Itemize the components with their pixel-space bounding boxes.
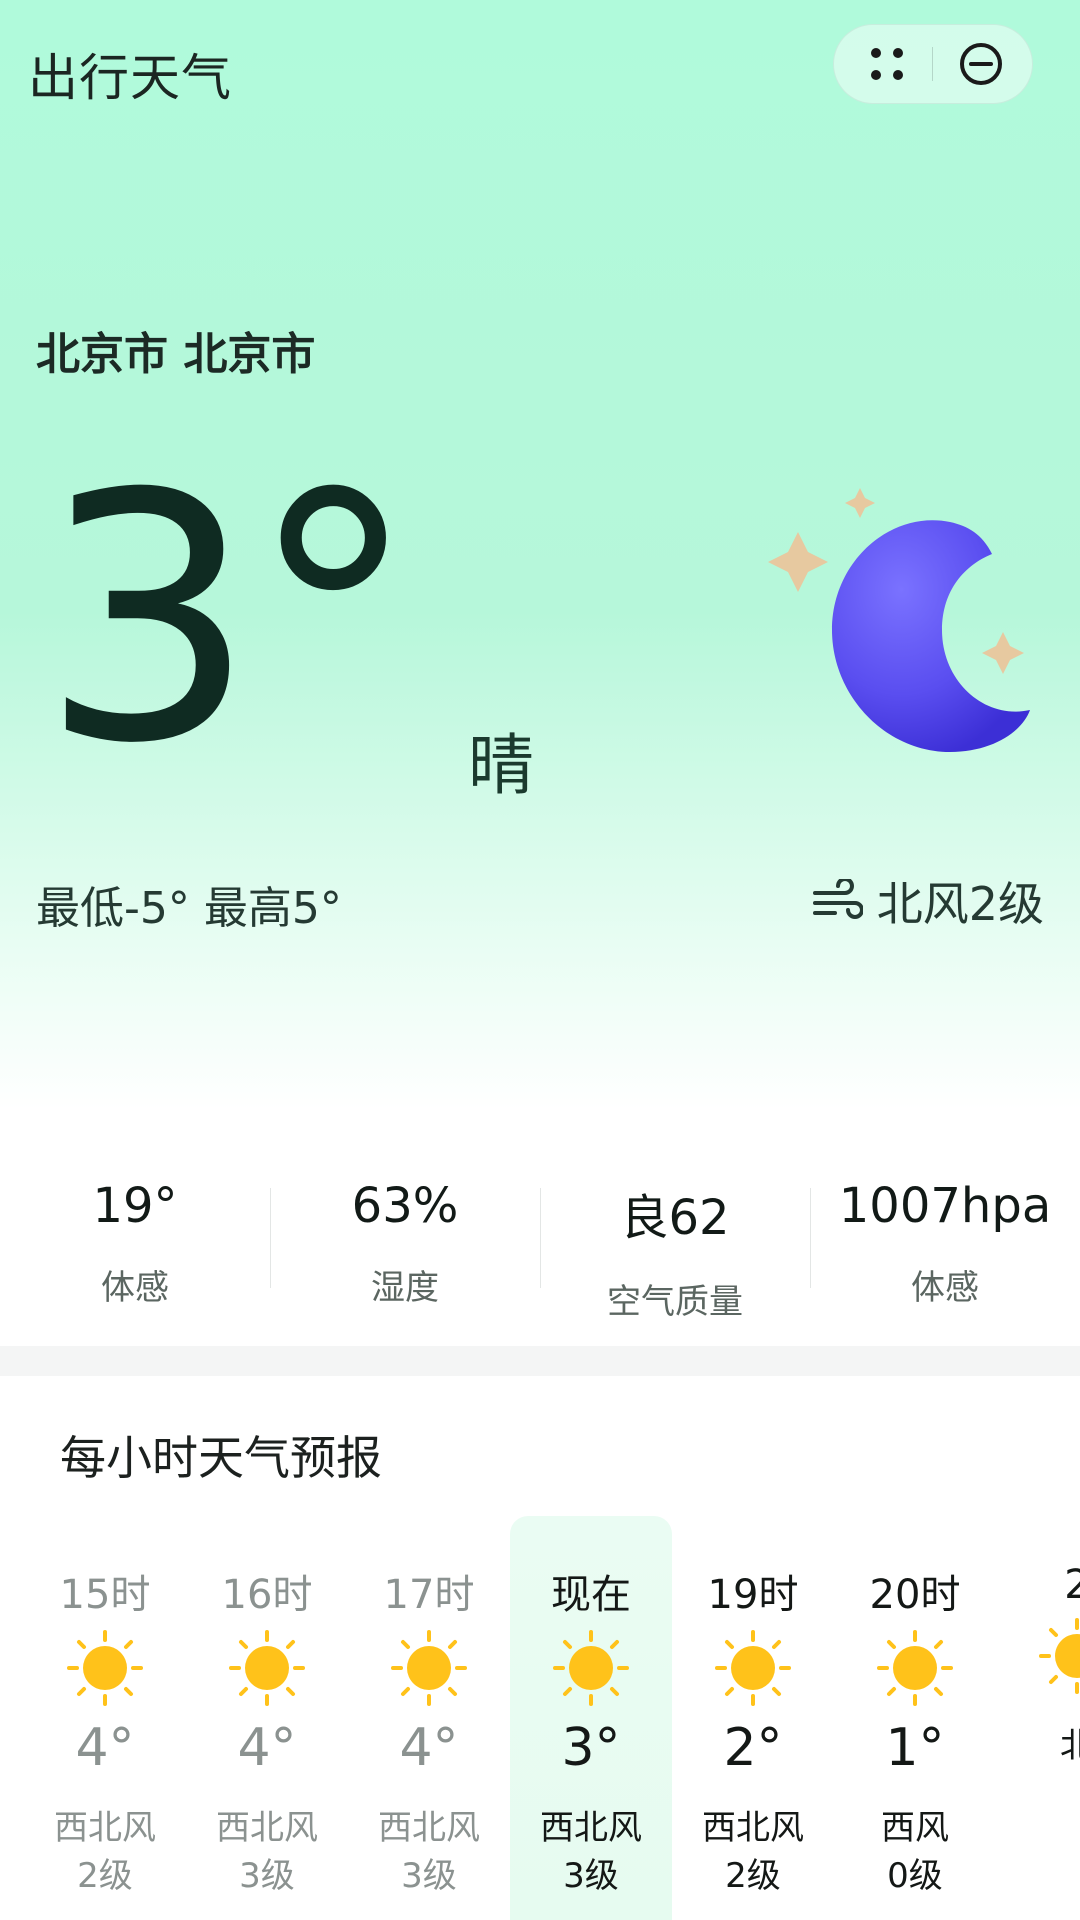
sun-icon [715,1630,791,1706]
wind-text: 北风2级 [876,877,1044,931]
hour-temperature: 1° [885,1718,945,1778]
hour-time: 16时 [221,1572,313,1618]
hour-wind-direction: 西风 [881,1808,949,1848]
hour-wind: 西北风 3级 [186,1804,348,1900]
stat-value: 19° [92,1178,178,1234]
hour-wind-direction: 北 [1060,1726,1080,1766]
sun-icon [391,1630,467,1706]
hourly-forecast-list[interactable]: 15时 4° 西北风 2级 16时 4° 西北风 3级 17时 4° 西北风 3级 现… [24,1516,1080,1920]
stat-label: 湿度 [371,1268,439,1308]
stat-humidity: 63% 湿度 [270,1160,540,1310]
sun-icon [1039,1618,1080,1694]
stat-value: 63% [351,1178,459,1234]
stat-label: 体感 [101,1268,169,1308]
hour-item: 15时 4° 西北风 2级 [24,1516,186,1920]
hour-wind: 西北风 3级 [348,1804,510,1900]
hour-time: 19时 [707,1572,799,1618]
min-max-temperature: 最低-5° 最高5° [36,883,342,934]
capsule-divider [932,47,933,81]
hour-temperature: 4° [75,1718,135,1778]
hour-time: 20时 [869,1572,961,1618]
hour-item-current: 现在 3° 西北风 3级 [510,1516,672,1920]
hour-item-partial: 2 北 [996,1516,1080,1920]
hour-wind: 西风 0级 [834,1804,996,1900]
hour-time: 17时 [383,1572,475,1618]
close-minus-icon[interactable] [958,41,1004,87]
hour-wind-direction: 西北风 [540,1808,642,1848]
hour-temperature: 4° [399,1718,459,1778]
hour-time: 2 [1064,1562,1080,1608]
hour-item: 17时 4° 西北风 3级 [348,1516,510,1920]
hour-wind-level: 3级 [401,1856,457,1896]
hour-wind-level: 3级 [563,1856,619,1896]
stat-air-quality: 良62 空气质量 [540,1160,810,1322]
hour-wind-direction: 西北风 [378,1808,480,1848]
hour-time: 现在 [551,1572,631,1618]
stat-value: 1007hpa [838,1178,1052,1234]
current-temperature: 3° [40,422,418,818]
sun-icon [553,1630,629,1706]
hourly-forecast-title: 每小时天气预报 [60,1431,382,1485]
hour-wind: 西北风 3级 [510,1804,672,1900]
hour-wind-level: 2级 [77,1856,133,1896]
hour-item: 20时 1° 西风 0级 [834,1516,996,1920]
weather-stats: 19° 体感 63% 湿度 良62 空气质量 1007hpa 体感 [0,1160,1080,1322]
hour-wind-direction: 西北风 [702,1808,804,1848]
stat-label: 空气质量 [607,1282,743,1322]
hour-wind-level: 2级 [725,1856,781,1896]
hour-wind: 西北风 2级 [24,1804,186,1900]
wind-icon [812,879,863,919]
stat-feels-like: 19° 体感 [0,1160,270,1310]
hour-wind-direction: 西北风 [54,1808,156,1848]
section-divider [0,1346,1080,1376]
hour-temperature: 3° [561,1718,621,1778]
stat-label: 体感 [911,1268,979,1308]
mini-program-capsule [833,24,1033,104]
hour-wind-level: 3级 [239,1856,295,1896]
hour-temperature: 4° [237,1718,297,1778]
hour-time: 15时 [59,1572,151,1618]
hour-temperature: 2° [723,1718,783,1778]
hour-wind: 西北风 2级 [672,1804,834,1900]
weather-condition: 晴 [468,727,534,804]
stat-pressure: 1007hpa 体感 [810,1160,1080,1310]
hour-wind: 北 [996,1722,1080,1770]
hour-wind-direction: 西北风 [216,1808,318,1848]
location-label[interactable]: 北京市 北京市 [36,318,315,382]
sun-icon [877,1630,953,1706]
hour-item: 19时 2° 西北风 2级 [672,1516,834,1920]
moon-stars-icon [768,488,1030,752]
hour-item: 16时 4° 西北风 3级 [186,1516,348,1920]
sun-icon [67,1630,143,1706]
app-title: 出行天气 [28,49,232,107]
sun-icon [229,1630,305,1706]
more-dots-icon[interactable] [866,43,908,85]
stat-value: 良62 [620,1190,730,1246]
current-wind: 北风2级 [811,868,1044,934]
hour-wind-level: 0级 [887,1856,943,1896]
